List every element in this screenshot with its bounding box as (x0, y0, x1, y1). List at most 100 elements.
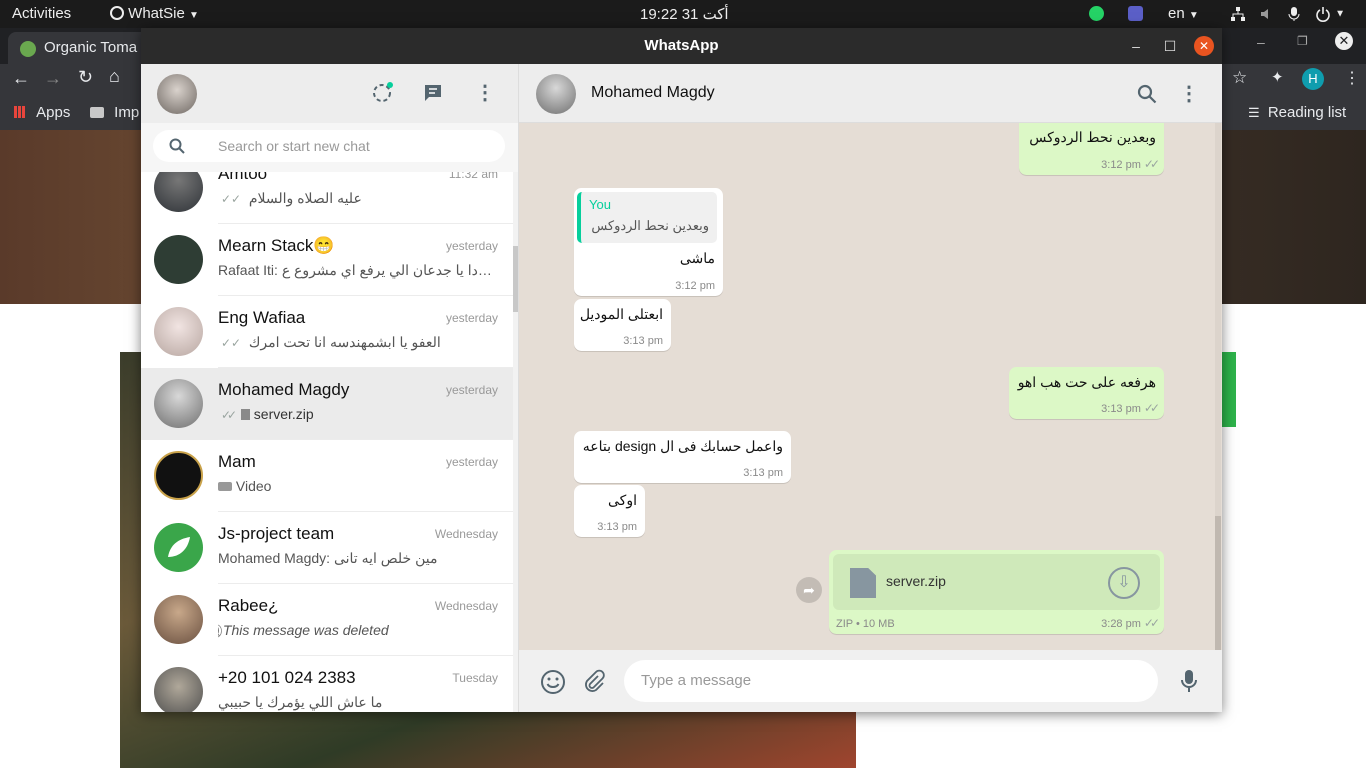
emoji-icon[interactable] (540, 669, 566, 698)
message-bubble-outgoing[interactable]: وبعدين نحط الردوكس 3:12 pm ✓✓ (1019, 123, 1164, 175)
extensions-icon[interactable]: ✦ (1271, 68, 1284, 86)
app-menu-label: WhatSie (128, 5, 185, 22)
kebab-menu-icon[interactable]: ⋮ (1344, 68, 1360, 88)
window-minimize-icon[interactable]: – (1126, 36, 1146, 56)
network-icon[interactable] (1230, 5, 1246, 22)
back-icon[interactable]: ← (12, 68, 30, 89)
download-icon[interactable]: ⇩ (1108, 567, 1140, 599)
conversation-header: Mohamed Magdy ⋮ (519, 64, 1222, 123)
message-time: 3:12 pm ✓✓ (1101, 157, 1160, 171)
reading-list-bookmark[interactable]: ☰ Reading list (1248, 104, 1346, 121)
chat-row-mohamed-magdy[interactable]: Mohamed Magdy yesterday ✓✓ server.zip (141, 368, 513, 440)
message-area-scrollbar[interactable] (1215, 123, 1221, 650)
menu-icon[interactable]: ⋮ (475, 80, 495, 105)
message-text: وبعدين نحط الردوكس (1029, 129, 1156, 145)
chat-preview-text: عليه الصلاه والسلام (248, 190, 362, 206)
chat-preview-text: ما عاش اللي يؤمرك يا حبيبي (218, 694, 383, 710)
search-input[interactable]: Search or start new chat (153, 130, 505, 162)
chat-row-js-project-team[interactable]: Js-project team Wednesday Mohamed Magdy:… (141, 512, 513, 584)
microphone-icon[interactable] (1287, 5, 1301, 22)
minimize-icon[interactable]: – (1257, 34, 1265, 50)
video-icon (218, 482, 232, 491)
chat-preview-text: Mohamed Magdy: مين خلص ايه تانى (218, 550, 438, 566)
forward-icon[interactable]: ➦ (796, 577, 822, 603)
apps-bookmark[interactable]: Apps (14, 104, 70, 121)
message-bubble-incoming[interactable]: ابعتلى الموديل 3:13 pm (574, 299, 671, 351)
close-icon[interactable]: ✕ (1335, 32, 1353, 50)
microphone-icon[interactable] (1180, 669, 1198, 698)
message-text: ماشى (679, 250, 715, 266)
reload-icon[interactable]: ↻ (78, 67, 93, 88)
teams-tray-icon[interactable] (1128, 6, 1143, 25)
message-bubble-incoming[interactable]: You وبعدين نحط الردوكس ماشى 3:12 pm (574, 188, 723, 296)
home-icon[interactable]: ⌂ (109, 66, 120, 87)
imp-bookmark[interactable]: Imp (90, 104, 139, 121)
chevron-down-icon: ▼ (189, 10, 199, 21)
chat-preview: ✓✓ server.zip (218, 406, 503, 422)
imp-bookmark-label: Imp (114, 104, 140, 121)
quote-text: وبعدين نحط الردوكس (591, 218, 709, 233)
message-input[interactable]: Type a message (624, 660, 1158, 702)
language-indicator[interactable]: en ▼ (1168, 5, 1199, 22)
whatsapp-window: WhatsApp – ☐ ✕ ⋮ Search or start new cha… (141, 28, 1222, 712)
chat-list-pane: ⋮ Search or start new chat Amtoo 11:32 a… (141, 64, 519, 712)
window-maximize-icon[interactable]: ☐ (1160, 36, 1180, 56)
avatar (154, 172, 203, 212)
chat-row-eng-wafiaa[interactable]: Eng Wafiaa yesterday ✓✓ العفو يا ابشمهند… (141, 296, 513, 368)
contact-name[interactable]: Mohamed Magdy (591, 84, 715, 102)
chat-preview: Video (218, 478, 503, 494)
message-bubble-file[interactable]: server.zip ⇩ ZIP • 10 MB 3:28 pm ✓✓ (829, 550, 1164, 634)
chat-preview: ⃠ This message was deleted (218, 622, 503, 639)
apps-grid-icon (14, 106, 26, 118)
star-icon[interactable]: ☆ (1232, 68, 1247, 88)
chat-row-amtoo[interactable]: Amtoo 11:32 am ✓✓ عليه الصلاه والسلام (141, 172, 513, 224)
clock[interactable]: 19:22 31 أكت (640, 5, 729, 23)
window-titlebar: WhatsApp – ☐ ✕ (141, 28, 1222, 64)
window-close-icon[interactable]: ✕ (1194, 36, 1214, 56)
chat-row-mam[interactable]: Mam yesterday Video (141, 440, 513, 512)
file-document-icon (850, 568, 876, 598)
chat-row-phone-number[interactable]: +20 101 024 2383 Tuesday ما عاش اللي يؤم… (141, 656, 513, 712)
contact-avatar[interactable] (536, 74, 576, 114)
chat-name: +20 101 024 2383 (218, 668, 356, 687)
message-bubble-incoming[interactable]: واعمل حسابك فى ال design بتاعه 3:13 pm (574, 431, 791, 483)
profile-avatar[interactable]: H (1302, 68, 1324, 90)
scrollbar-thumb[interactable] (1215, 516, 1221, 650)
status-icon[interactable] (372, 81, 394, 106)
file-name: server.zip (886, 573, 946, 589)
chat-row-rabee[interactable]: Rabee¿ Wednesday ⃠ This message was dele… (141, 584, 513, 656)
message-bubble-outgoing[interactable]: هرفعه على حت هب اهو 3:13 pm ✓✓ (1009, 367, 1164, 419)
quoted-message[interactable]: You وبعدين نحط الردوكس (577, 192, 717, 243)
search-icon (169, 138, 185, 157)
activities-button[interactable]: Activities (12, 5, 71, 22)
message-time-text: 3:13 pm (1101, 403, 1141, 415)
chat-preview-text: Video (235, 478, 272, 494)
message-time: 3:28 pm ✓✓ (1101, 616, 1160, 630)
new-chat-icon[interactable] (423, 83, 443, 106)
avatar (154, 595, 203, 644)
message-time: 3:13 pm ✓✓ (1101, 401, 1160, 415)
app-menu[interactable]: WhatSie ▼ (110, 5, 199, 22)
chat-row-mearn-stack[interactable]: Mearn Stack😁 yesterday Rafaat Iti: دا يا… (141, 224, 513, 296)
search-messages-icon[interactable] (1137, 84, 1157, 107)
message-input-placeholder: Type a message (641, 672, 752, 689)
restore-icon[interactable]: ❐ (1297, 34, 1308, 48)
forward-icon[interactable]: → (44, 68, 62, 89)
message-bubble-incoming[interactable]: اوكى 3:13 pm (574, 485, 645, 537)
chat-name: Amtoo (218, 172, 268, 183)
chevron-down-icon: ▼ (1335, 8, 1346, 20)
file-attachment[interactable]: server.zip ⇩ (833, 554, 1160, 610)
double-check-icon: ✓✓ (1143, 157, 1160, 171)
folder-icon (90, 107, 104, 118)
conversation-menu-icon[interactable]: ⋮ (1179, 81, 1199, 106)
document-icon (240, 409, 250, 420)
chat-preview-text: server.zip (253, 406, 314, 422)
chat-time: yesterday (445, 383, 498, 397)
apps-bookmark-label: Apps (36, 104, 71, 121)
volume-icon[interactable] (1259, 5, 1275, 22)
power-menu[interactable]: ▼ (1315, 5, 1346, 23)
whatsapp-tray-icon[interactable] (1089, 6, 1104, 25)
attach-icon[interactable] (582, 669, 606, 696)
my-avatar[interactable] (157, 74, 197, 114)
chat-time: Tuesday (452, 671, 498, 685)
